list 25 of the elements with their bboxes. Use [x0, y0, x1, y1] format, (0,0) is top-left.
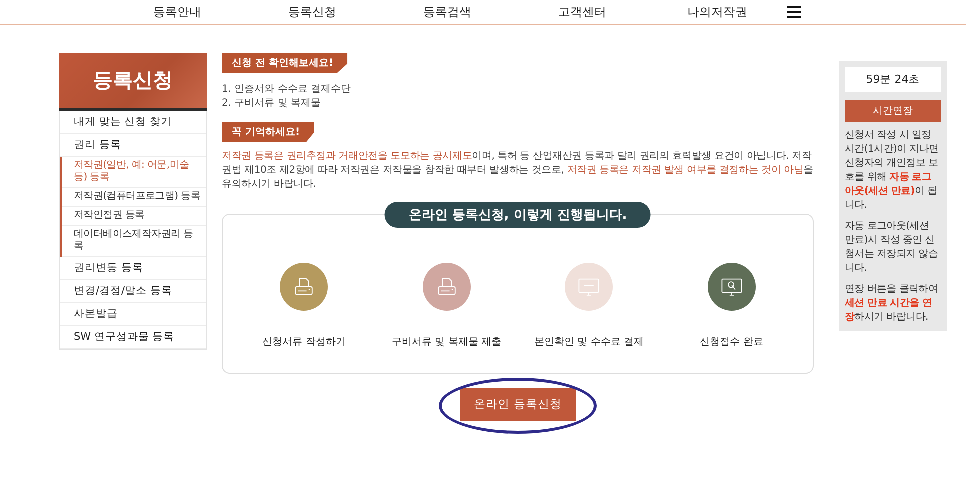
sidebar-title: 등록신청 — [59, 53, 207, 111]
step-label: 구비서류 및 복제물 제출 — [392, 336, 502, 349]
apply-button[interactable]: 온라인 등록신청 — [460, 388, 576, 421]
checklist-item: 1. 인증서와 수수료 결제수단 — [222, 83, 352, 96]
menu-icon[interactable] — [787, 6, 801, 18]
notice-paragraph: 저작권 등록은 권리추정과 거래안전을 도모하는 공시제도이며, 특허 등 산업재산권 등록과 달리 권리의 효력발생 요건이 아닙니다. 저작권법 제10조 제2항에 따라 저작권은 저작물을 창작한 때부터 발생하는 것으로, 저작권 등록은 저작권 발생 여부를 결정하는 것이 아님을 유의하시기 바랍니다. — [222, 150, 814, 192]
step-label: 신청접수 완료 — [700, 336, 764, 349]
step-label: 본인확인 및 수수료 결제 — [534, 336, 644, 349]
session-note: 자동 로그아웃(세션 만료)시 작성 중인 신청서는 저장되지 않습니다. — [845, 220, 940, 276]
sidebar-subitem[interactable]: 저작권(컴퓨터프로그램) 등록 — [62, 188, 206, 207]
nav-link[interactable]: 고객센터 — [515, 4, 650, 20]
step-label: 신청서류 작성하기 — [262, 336, 346, 349]
nav-link[interactable]: 등록신청 — [245, 4, 380, 20]
checklist-item: 2. 구비서류 및 복제물 — [222, 96, 322, 110]
nav-link[interactable]: 나의저작권 — [650, 4, 785, 20]
section-badge: 신청 전 확인해보세요! — [222, 53, 348, 73]
session-note: 연장 버튼을 클릭하여 세션 만료 시간을 연장하시기 바랍니다. — [845, 283, 940, 325]
process-title: 온라인 등록신청, 이렇게 진행됩니다. — [384, 202, 652, 228]
section-badge: 꼭 기억하세요! — [222, 122, 314, 142]
sidebar-subitem[interactable]: 저작권(일반, 예: 어문,미술 등) 등록 — [62, 157, 206, 188]
session-timer: 59분 24초 — [845, 67, 941, 92]
nav-link[interactable]: 등록검색 — [380, 4, 515, 20]
session-note: 신청서 작성 시 일정 시간(1시간)이 지나면 신청자의 개인정보 보호를 위해 자동 로그아웃(세션 만료)이 됩니다. — [845, 129, 940, 213]
nav-link[interactable]: 등록안내 — [110, 4, 245, 20]
extend-button[interactable]: 시간연장 — [845, 100, 941, 122]
